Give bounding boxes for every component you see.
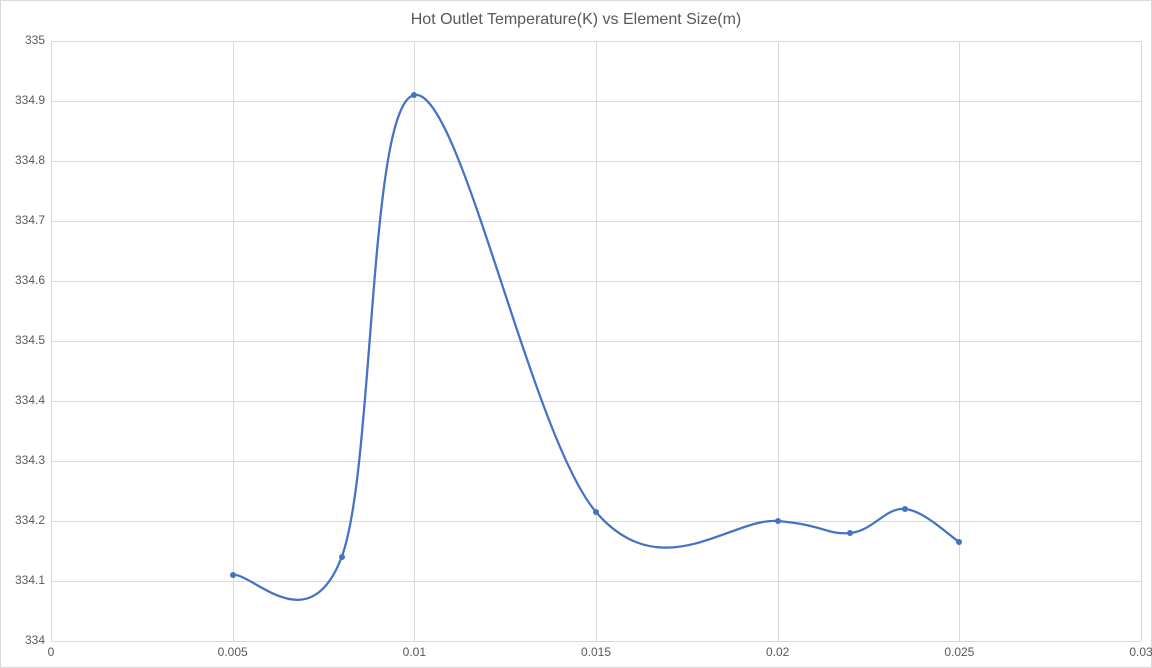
data-marker: [775, 518, 781, 524]
x-tick-label: 0.01: [384, 645, 444, 659]
chart-title: Hot Outlet Temperature(K) vs Element Siz…: [1, 11, 1151, 29]
y-tick-label: 334.2: [5, 513, 45, 527]
data-marker: [411, 92, 417, 98]
x-axis-line: [51, 641, 1141, 642]
y-tick-label: 334.5: [5, 333, 45, 347]
y-tick-label: 334.3: [5, 453, 45, 467]
gridline-vertical: [1141, 41, 1142, 641]
plot-area: 334334.1334.2334.3334.4334.5334.6334.733…: [51, 41, 1141, 641]
data-marker: [339, 554, 345, 560]
y-tick-label: 334.8: [5, 153, 45, 167]
y-tick-label: 335: [5, 33, 45, 47]
data-marker: [956, 539, 962, 545]
x-tick-label: 0.025: [929, 645, 989, 659]
data-marker: [593, 509, 599, 515]
data-marker: [230, 572, 236, 578]
x-tick-label: 0.015: [566, 645, 626, 659]
x-tick-label: 0.005: [203, 645, 263, 659]
data-marker: [847, 530, 853, 536]
y-tick-label: 334.9: [5, 93, 45, 107]
y-tick-label: 334.4: [5, 393, 45, 407]
x-tick-label: 0.02: [748, 645, 808, 659]
y-tick-label: 334.7: [5, 213, 45, 227]
data-marker: [902, 506, 908, 512]
x-tick-label: 0.03: [1111, 645, 1152, 659]
chart-frame: Hot Outlet Temperature(K) vs Element Siz…: [0, 0, 1152, 668]
y-tick-label: 334.6: [5, 273, 45, 287]
x-tick-label: 0: [21, 645, 81, 659]
y-tick-label: 334.1: [5, 573, 45, 587]
series-line: [51, 41, 1141, 641]
